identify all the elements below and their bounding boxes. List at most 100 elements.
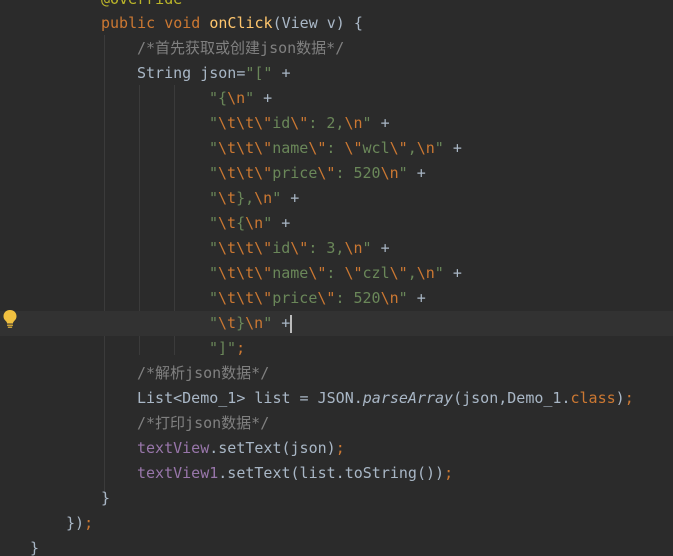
code-line[interactable]: "\t{\n" + — [0, 211, 673, 236]
code-token: \n — [245, 314, 264, 332]
code-line[interactable]: textView.setText(json); — [0, 436, 673, 461]
code-line[interactable]: "]"; — [0, 336, 673, 361]
code-token: \n — [416, 139, 435, 157]
code-token: ; — [624, 389, 634, 407]
code-line[interactable]: /*首先获取或创建json数据*/ — [0, 36, 673, 61]
code-token: \t\t\" — [218, 239, 273, 257]
code-token: + — [443, 139, 462, 157]
code-line[interactable]: String json="[" + — [0, 61, 673, 86]
code-token: \n — [254, 189, 273, 207]
code-token: : — [326, 264, 345, 282]
code-line[interactable]: "\t\t\"price\": 520\n" + — [0, 161, 673, 186]
code-text: "\t{\n" + — [209, 211, 290, 236]
code-token: .setText(list.toString()) — [218, 464, 445, 482]
code-token: ) — [615, 389, 625, 407]
code-line[interactable]: } — [0, 536, 673, 556]
code-line[interactable]: textView1.setText(list.toString()); — [0, 461, 673, 486]
code-token: " — [209, 189, 219, 207]
text-caret — [290, 314, 293, 333]
code-line[interactable]: /*打印json数据*/ — [0, 411, 673, 436]
code-token: \n — [416, 264, 435, 282]
code-editor[interactable]: @Override public void onClick(View v) {/*… — [0, 0, 673, 556]
code-token: \" — [308, 139, 327, 157]
code-token: "]" — [209, 339, 237, 357]
code-token: \" — [290, 239, 309, 257]
code-token: + — [272, 214, 291, 232]
code-token: } — [101, 489, 111, 507]
code-text: List<Demo_1> list = JSON.parseArray(json… — [137, 386, 634, 411]
code-token: price — [272, 289, 318, 307]
code-token: \n — [227, 89, 246, 107]
code-text: public void onClick(View v) { — [101, 11, 363, 36]
code-text: "\t\t\"id\": 2,\n" + — [209, 111, 390, 136]
code-token: + — [272, 314, 291, 332]
code-token: }, — [236, 189, 255, 207]
code-token: : — [326, 139, 345, 157]
code-line[interactable]: "\t\t\"name\": \"czl\",\n" + — [0, 261, 673, 286]
code-line[interactable]: /*解析json数据*/ — [0, 361, 673, 386]
code-token: ; — [84, 514, 94, 532]
code-token: " — [263, 214, 273, 232]
code-line[interactable]: "\t\t\"name\": \"wcl\",\n" + — [0, 136, 673, 161]
code-token: " — [209, 139, 219, 157]
code-token: id — [272, 114, 291, 132]
code-text: "\t\t\"price\": 520\n" + — [209, 286, 426, 311]
code-token: " — [263, 314, 273, 332]
code-line[interactable]: "\t\t\"price\": 520\n" + — [0, 286, 673, 311]
code-token: : 520 — [335, 164, 381, 182]
code-token: \t — [218, 214, 237, 232]
code-line[interactable]: "\t}\n" + — [0, 311, 673, 336]
code-text: "\t\t\"name\": \"wcl\",\n" + — [209, 136, 462, 161]
code-line[interactable]: } — [0, 486, 673, 511]
code-token: \" — [317, 289, 336, 307]
code-line[interactable]: List<Demo_1> list = JSON.parseArray(json… — [0, 386, 673, 411]
code-token: + — [272, 64, 291, 82]
code-token: " — [209, 214, 219, 232]
code-token: textView1 — [137, 464, 219, 482]
code-token: } — [236, 314, 246, 332]
code-token: parseArray — [362, 389, 454, 407]
code-text: }); — [66, 511, 93, 536]
code-text: "\t\t\"name\": \"czl\",\n" + — [209, 261, 462, 286]
code-text: "\t\t\"price\": 520\n" + — [209, 161, 426, 186]
code-line[interactable]: "\t},\n" + — [0, 186, 673, 211]
code-token: " — [434, 139, 444, 157]
code-token: \" — [317, 164, 336, 182]
code-token: " — [209, 114, 219, 132]
code-line[interactable]: "\t\t\"id\": 2,\n" + — [0, 111, 673, 136]
code-token: + — [371, 114, 390, 132]
code-token: public void — [101, 14, 210, 32]
code-token: + — [407, 164, 426, 182]
code-token: \n — [380, 289, 399, 307]
code-token: .setText(json) — [209, 439, 336, 457]
code-token: " — [209, 264, 219, 282]
code-line[interactable]: "{\n" + — [0, 86, 673, 111]
code-token: \t\t\" — [218, 139, 273, 157]
code-token: + — [254, 89, 273, 107]
code-token: " — [434, 264, 444, 282]
code-token: " — [362, 114, 372, 132]
code-text: textView.setText(json); — [137, 436, 345, 461]
code-token: ; — [335, 439, 345, 457]
code-token: , — [407, 264, 417, 282]
code-token: " — [245, 89, 255, 107]
code-token: \t — [218, 314, 237, 332]
code-token: \t — [218, 189, 237, 207]
code-text: } — [30, 536, 39, 556]
code-token: : 2, — [308, 114, 345, 132]
code-line[interactable]: public void onClick(View v) { — [0, 11, 673, 36]
code-token: \n — [380, 164, 399, 182]
code-token: /*解析json数据*/ — [137, 364, 270, 382]
code-line[interactable]: "\t\t\"id\": 3,\n" + — [0, 236, 673, 261]
code-text: } — [101, 486, 110, 511]
lightbulb-icon[interactable] — [2, 309, 18, 329]
code-token: \n — [344, 239, 363, 257]
code-token: } — [30, 539, 40, 556]
code-token: "[" — [245, 64, 273, 82]
code-text: "\t}\n" + — [209, 311, 293, 336]
code-line[interactable]: }); — [0, 511, 673, 536]
code-token: : 520 — [335, 289, 381, 307]
code-token: \" — [344, 139, 363, 157]
code-token: price — [272, 164, 318, 182]
code-token: " — [398, 289, 408, 307]
